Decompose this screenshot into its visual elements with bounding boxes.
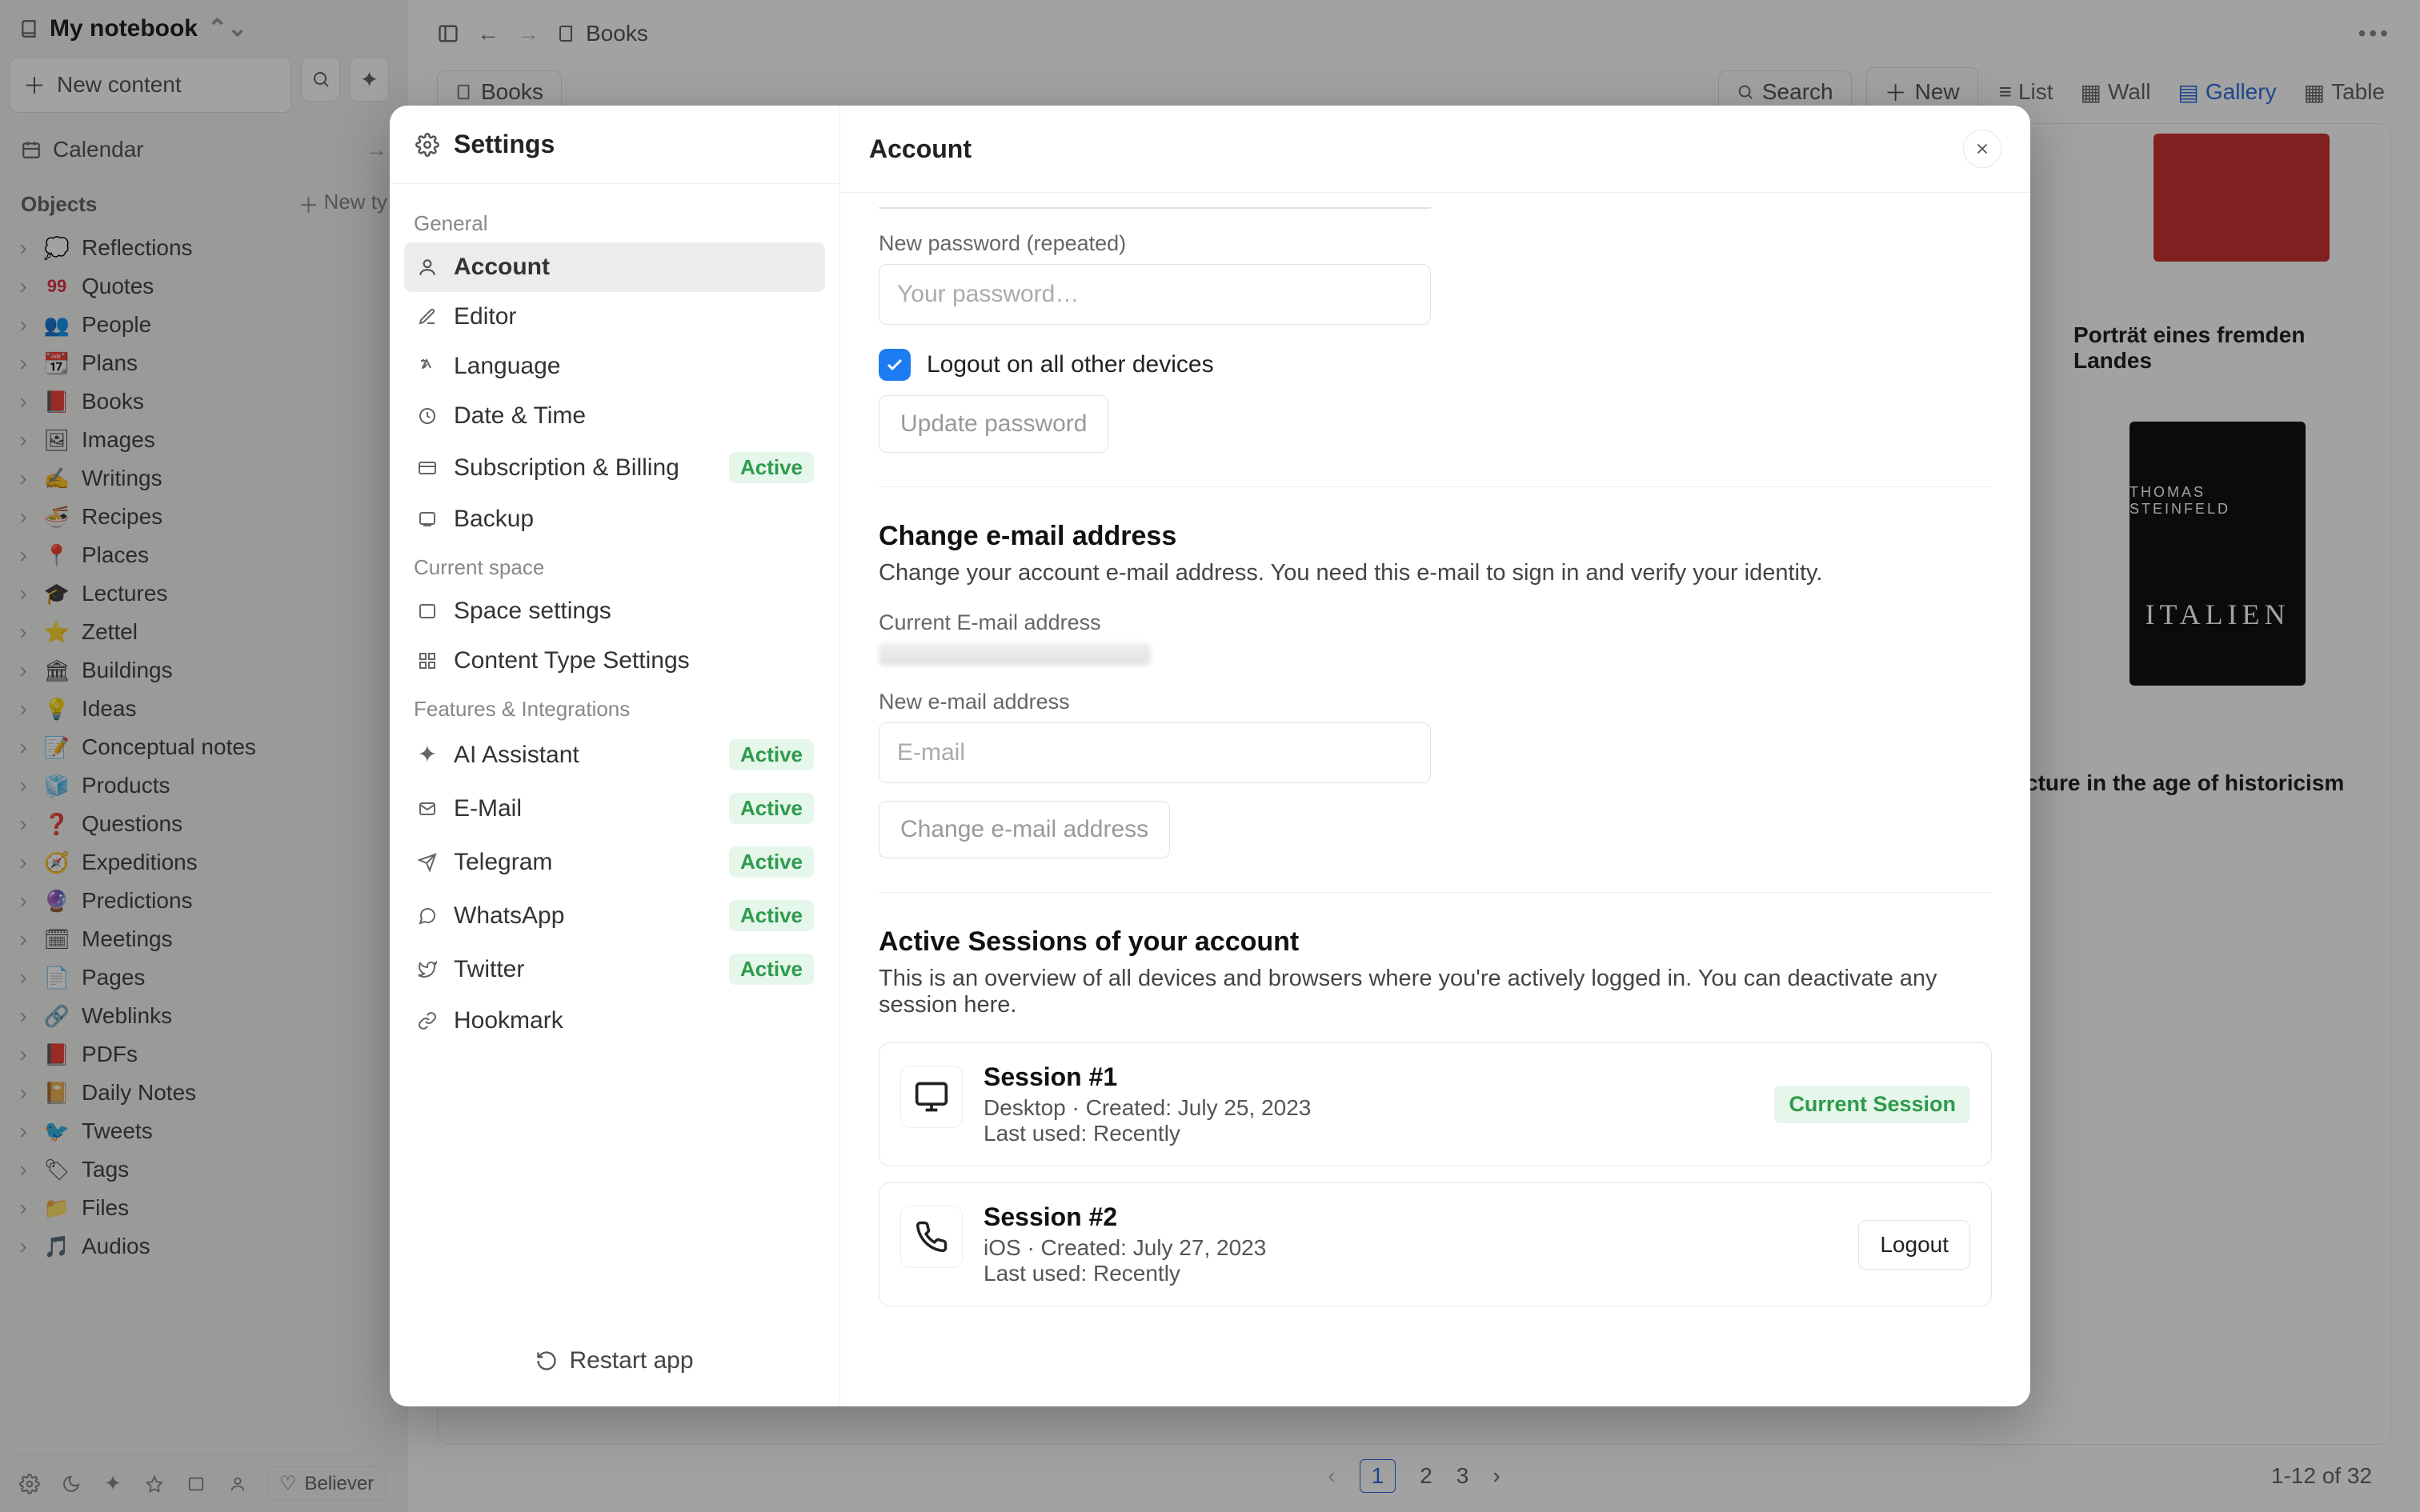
link-icon bbox=[415, 1009, 439, 1033]
content-icon bbox=[415, 649, 439, 673]
settings-main-title: Account bbox=[869, 134, 972, 164]
active-badge: Active bbox=[729, 954, 814, 985]
sidebar-item-email[interactable]: E-Mail Active bbox=[404, 782, 825, 835]
divider bbox=[879, 892, 1992, 893]
sidebar-item-editor[interactable]: Editor bbox=[404, 292, 825, 342]
space-icon bbox=[415, 599, 439, 623]
telegram-icon bbox=[415, 850, 439, 874]
group-features: Features & Integrations bbox=[404, 686, 825, 728]
settings-main: Account New password (repeated) Logout o… bbox=[840, 106, 2030, 1406]
change-email-description: Change your account e-mail address. You … bbox=[879, 560, 1992, 586]
whatsapp-icon bbox=[415, 904, 439, 928]
logout-all-checkbox[interactable] bbox=[879, 349, 911, 381]
sidebar-item-language[interactable]: Language bbox=[404, 342, 825, 391]
session-sub: iOS · Created: July 27, 2023 bbox=[984, 1235, 1837, 1261]
card-icon bbox=[415, 456, 439, 480]
password-input-partial[interactable] bbox=[879, 207, 1431, 209]
sidebar-item-ai[interactable]: ✦ AI Assistant Active bbox=[404, 728, 825, 782]
active-sessions-heading: Active Sessions of your account bbox=[879, 926, 1992, 958]
close-icon bbox=[1973, 140, 1991, 158]
active-badge: Active bbox=[729, 452, 814, 483]
sidebar-item-telegram[interactable]: Telegram Active bbox=[404, 835, 825, 889]
current-email-redacted bbox=[879, 643, 1151, 666]
session-sub2: Last used: Recently bbox=[984, 1261, 1837, 1286]
phone-icon bbox=[900, 1206, 963, 1268]
group-current-space: Current space bbox=[404, 544, 825, 586]
settings-title: Settings bbox=[454, 130, 555, 159]
refresh-icon bbox=[535, 1350, 558, 1372]
pencil-icon bbox=[415, 305, 439, 329]
group-general: General bbox=[404, 200, 825, 242]
active-badge: Active bbox=[729, 900, 814, 931]
new-password-repeated-input[interactable] bbox=[879, 264, 1431, 325]
label-current-email: Current E-mail address bbox=[879, 610, 1992, 635]
session-title: Session #1 bbox=[984, 1062, 1753, 1092]
label-new-password-repeated: New password (repeated) bbox=[879, 231, 1992, 256]
settings-main-body: New password (repeated) Logout on all ot… bbox=[840, 193, 2030, 1406]
sidebar-item-datetime[interactable]: Date & Time bbox=[404, 391, 825, 441]
sparkle-icon: ✦ bbox=[415, 743, 439, 767]
settings-header: Settings bbox=[390, 106, 839, 184]
settings-modal: Settings General Account Editor Language… bbox=[390, 106, 2030, 1406]
label-new-email: New e-mail address bbox=[879, 690, 1992, 714]
active-badge: Active bbox=[729, 739, 814, 770]
backup-icon bbox=[415, 507, 439, 531]
logout-all-label: Logout on all other devices bbox=[927, 351, 1214, 378]
sidebar-item-twitter[interactable]: Twitter Active bbox=[404, 942, 825, 996]
mail-icon bbox=[415, 797, 439, 821]
session-sub2: Last used: Recently bbox=[984, 1121, 1753, 1146]
gear-icon bbox=[415, 133, 439, 157]
session-logout-button[interactable]: Logout bbox=[1858, 1220, 1970, 1270]
sidebar-item-billing[interactable]: Subscription & Billing Active bbox=[404, 441, 825, 494]
sidebar-item-backup[interactable]: Backup bbox=[404, 494, 825, 544]
check-icon bbox=[885, 355, 904, 374]
active-badge: Active bbox=[729, 793, 814, 824]
current-session-badge: Current Session bbox=[1774, 1086, 1970, 1123]
session-card: Session #1 Desktop · Created: July 25, 2… bbox=[879, 1042, 1992, 1166]
sidebar-item-account[interactable]: Account bbox=[404, 242, 825, 292]
new-email-input[interactable] bbox=[879, 722, 1431, 783]
user-icon bbox=[415, 255, 439, 279]
sidebar-item-space-settings[interactable]: Space settings bbox=[404, 586, 825, 636]
session-card: Session #2 iOS · Created: July 27, 2023 … bbox=[879, 1182, 1992, 1306]
close-button[interactable] bbox=[1963, 130, 2001, 168]
active-sessions-description: This is an overview of all devices and b… bbox=[879, 966, 1992, 1018]
language-icon bbox=[415, 354, 439, 378]
desktop-icon bbox=[900, 1066, 963, 1128]
update-password-button[interactable]: Update password bbox=[879, 395, 1108, 453]
sidebar-item-content-type[interactable]: Content Type Settings bbox=[404, 636, 825, 686]
session-title: Session #2 bbox=[984, 1202, 1837, 1232]
session-sub: Desktop · Created: July 25, 2023 bbox=[984, 1095, 1753, 1121]
active-badge: Active bbox=[729, 846, 814, 878]
clock-icon bbox=[415, 404, 439, 428]
twitter-icon bbox=[415, 958, 439, 982]
divider bbox=[879, 486, 1992, 487]
settings-main-header: Account bbox=[840, 106, 2030, 193]
sidebar-item-whatsapp[interactable]: WhatsApp Active bbox=[404, 889, 825, 942]
restart-app-button[interactable]: Restart app bbox=[390, 1323, 839, 1406]
sidebar-item-hookmark[interactable]: Hookmark bbox=[404, 996, 825, 1046]
change-email-button[interactable]: Change e-mail address bbox=[879, 801, 1170, 858]
change-email-heading: Change e-mail address bbox=[879, 521, 1992, 552]
settings-sidebar: Settings General Account Editor Language… bbox=[390, 106, 840, 1406]
